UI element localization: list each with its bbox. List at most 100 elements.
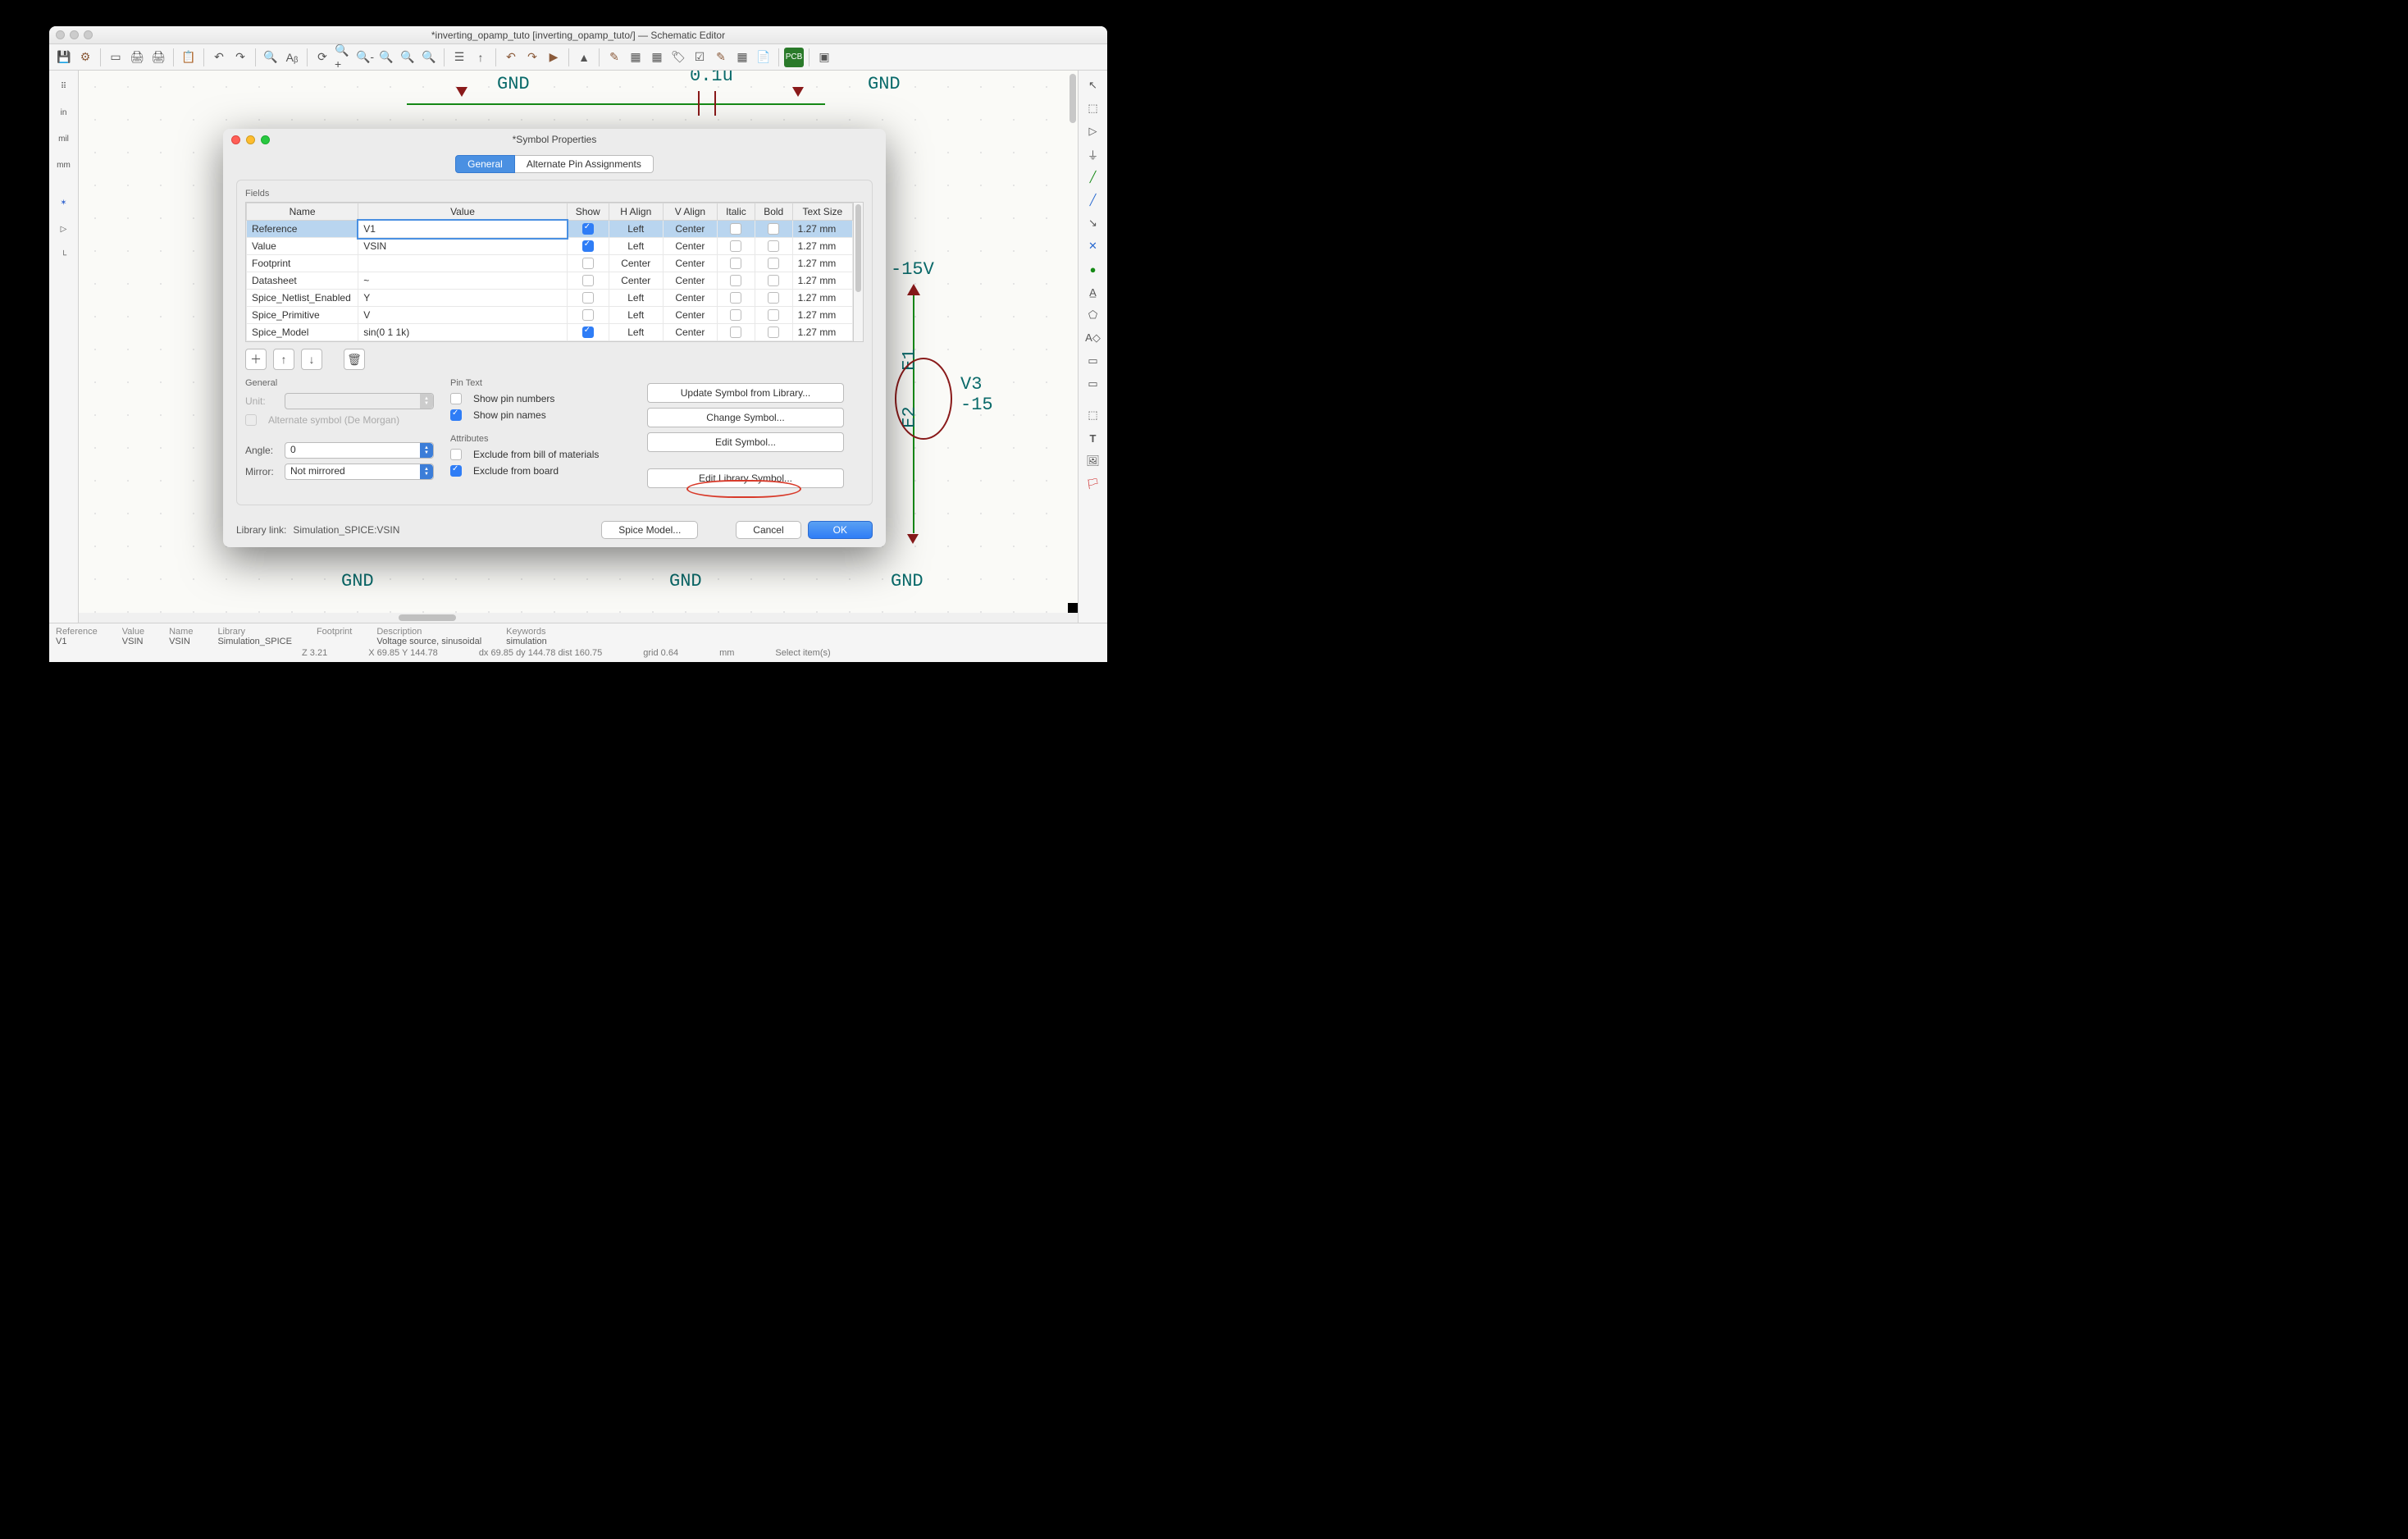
units-in-icon[interactable]: in [53,102,75,123]
column-header[interactable]: Show [567,203,609,221]
erc-icon[interactable]: ✎ [604,48,624,67]
column-header[interactable]: Name [247,203,358,221]
hidden-pins-icon[interactable]: ▷ [53,218,75,240]
import-sheet-pin-icon[interactable]: ▭ [1083,374,1104,394]
move-up-button[interactable]: ↑ [273,349,294,370]
select-tool-icon[interactable]: ↖ [1083,75,1104,95]
field-row[interactable]: Spice_PrimitiveVLeftCenter1.27 mm [247,307,853,324]
checkbox[interactable] [768,223,779,235]
ok-button[interactable]: OK [808,521,873,539]
pcb-icon[interactable]: PCB [784,48,804,67]
add-text-icon[interactable]: T [1083,428,1104,448]
exclude-bom-checkbox[interactable] [450,449,462,460]
refresh-icon[interactable]: ⟳ [312,48,332,67]
checkbox[interactable] [768,258,779,269]
checkbox[interactable] [768,292,779,304]
tab-general[interactable]: General [455,155,515,173]
undo-icon[interactable]: ↶ [209,48,229,67]
hierarchy-icon[interactable]: ☰ [449,48,469,67]
column-header[interactable]: Value [358,203,568,221]
rotate-cw-icon[interactable]: ↷ [522,48,542,67]
settings-icon[interactable]: ⚙ [75,48,95,67]
checkbox[interactable] [582,240,594,252]
units-mil-icon[interactable]: mil [53,128,75,149]
checkbox[interactable] [730,327,741,338]
add-wire-entry-icon[interactable]: ↘ [1083,213,1104,233]
field-row[interactable]: Spice_Modelsin(0 1 1k)LeftCenter1.27 mm [247,324,853,341]
units-mm-icon[interactable]: mm [53,154,75,176]
spice-model-button[interactable]: Spice Model... [601,521,698,539]
hierarchy-tree-icon[interactable]: └ [53,244,75,266]
column-header[interactable]: H Align [609,203,663,221]
bom-icon[interactable]: ☑ [690,48,709,67]
save-icon[interactable]: 💾 [54,48,74,67]
mirror-h-icon[interactable]: ▶ [544,48,563,67]
checkbox[interactable] [768,240,779,252]
tab-alternate-pins[interactable]: Alternate Pin Assignments [515,155,654,173]
add-power-icon[interactable]: ⏚ [1083,144,1104,164]
mirror-v-icon[interactable]: ▲ [574,48,594,67]
rotate-ccw-icon[interactable]: ↶ [501,48,521,67]
checkbox[interactable] [768,275,779,286]
field-row[interactable]: Spice_Netlist_EnabledYLeftCenter1.27 mm [247,290,853,307]
h-scrollbar[interactable] [79,613,1078,623]
symbol-editor-icon[interactable]: ▦ [626,48,645,67]
column-header[interactable]: Bold [755,203,792,221]
update-symbol-button[interactable]: Update Symbol from Library... [647,383,844,403]
zoom-sel-icon[interactable]: 🔍 [398,48,417,67]
paste-icon[interactable]: 📋 [179,48,198,67]
add-label-icon[interactable]: A̲ [1083,282,1104,302]
mirror-select[interactable]: Not mirrored▲▼ [285,464,434,480]
page-icon[interactable]: ▭ [106,48,125,67]
zoom-obj-icon[interactable]: 🔍 [419,48,439,67]
checkbox[interactable] [768,309,779,321]
edit-symbol-button[interactable]: Edit Symbol... [647,432,844,452]
checkbox[interactable] [730,292,741,304]
add-field-button[interactable]: ＋ [245,349,267,370]
grid-toggle-icon[interactable]: ⠿ [53,75,75,97]
delete-tool-icon[interactable]: 🏳 [1083,474,1104,494]
checkbox[interactable] [582,292,594,304]
up-icon[interactable]: ↑ [471,48,490,67]
checkbox[interactable] [730,275,741,286]
checkbox[interactable] [768,327,779,338]
add-image-icon[interactable]: 🖼 [1083,451,1104,471]
column-header[interactable]: Text Size [792,203,852,221]
print-icon[interactable]: 🖨 [127,48,147,67]
field-row[interactable]: ReferenceV1LeftCenter1.27 mm [247,221,853,238]
field-row[interactable]: ValueVSINLeftCenter1.27 mm [247,238,853,255]
find-replace-icon[interactable]: Aᵦ [282,48,302,67]
checkbox[interactable] [730,258,741,269]
zoom-out-icon[interactable]: 🔍- [355,48,375,67]
netlist-icon[interactable]: ✎ [711,48,731,67]
fields-scrollbar[interactable] [854,202,864,342]
move-down-button[interactable]: ↓ [301,349,322,370]
script-icon[interactable]: ▣ [814,48,834,67]
cursor-shape-icon[interactable]: ✶ [53,192,75,213]
angle-select[interactable]: 0▲▼ [285,442,434,459]
delete-field-button[interactable]: 🗑 [344,349,365,370]
show-pin-numbers-checkbox[interactable] [450,393,462,404]
column-header[interactable]: V Align [663,203,717,221]
highlight-net-icon[interactable]: ⬚ [1083,98,1104,118]
add-global-label-icon[interactable]: ⬠ [1083,305,1104,325]
checkbox[interactable] [730,223,741,235]
checkbox[interactable] [582,258,594,269]
fields-icon[interactable]: ▦ [732,48,752,67]
cancel-button[interactable]: Cancel [736,521,800,539]
zoom-fit-icon[interactable]: 🔍 [376,48,396,67]
fields-grid[interactable]: NameValueShowH AlignV AlignItalicBoldTex… [245,202,854,342]
zoom-in-icon[interactable]: 🔍+ [334,48,353,67]
checkbox[interactable] [730,309,741,321]
v-scrollbar[interactable] [1068,71,1078,613]
annotate-icon[interactable]: 🏷 [668,48,688,67]
add-sheet-icon[interactable]: ▭ [1083,351,1104,371]
checkbox[interactable] [582,223,594,235]
checkbox[interactable] [582,327,594,338]
add-symbol-icon[interactable]: ▷ [1083,121,1104,141]
plot-icon[interactable]: 🖨 [148,48,168,67]
change-symbol-button[interactable]: Change Symbol... [647,408,844,427]
find-icon[interactable]: 🔍 [261,48,280,67]
bom-export-icon[interactable]: 📄 [754,48,773,67]
add-junction-icon[interactable]: ● [1083,259,1104,279]
